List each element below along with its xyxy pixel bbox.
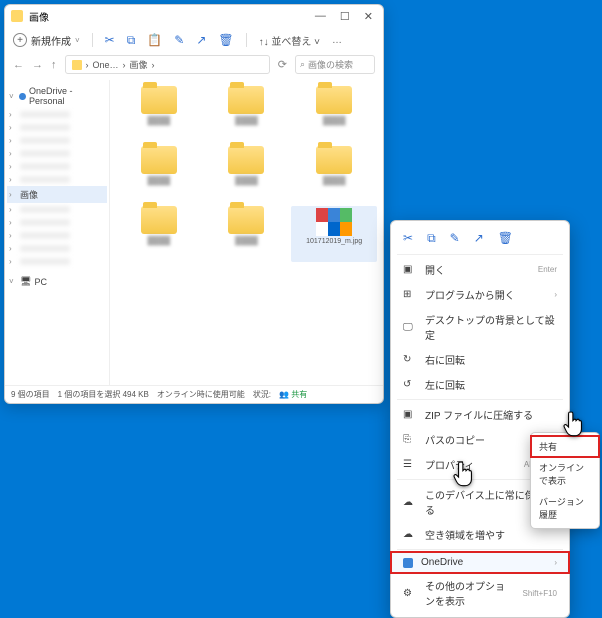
folder-item[interactable]: ████ bbox=[291, 146, 377, 202]
cursor-hand-icon bbox=[452, 460, 478, 490]
breadcrumb[interactable]: ›One…›画像› bbox=[65, 55, 270, 74]
tree-item[interactable]: › bbox=[7, 121, 107, 134]
selected-info: 1 個の項目を選択 494 KB bbox=[58, 389, 149, 400]
cursor-hand-icon bbox=[562, 410, 588, 440]
share-icon[interactable]: ↗ bbox=[474, 231, 484, 246]
tree-item[interactable]: › bbox=[7, 160, 107, 173]
tree-onedrive[interactable]: ˅OneDrive - Personal bbox=[7, 84, 107, 108]
folder-icon bbox=[11, 10, 23, 22]
tree-item[interactable]: › bbox=[7, 108, 107, 121]
more-button[interactable]: … bbox=[332, 35, 343, 46]
refresh-button[interactable]: ⟳ bbox=[278, 58, 287, 71]
folder-icon bbox=[72, 60, 82, 70]
ctx-rotate-right[interactable]: ↻右に回転 bbox=[391, 347, 569, 372]
folder-item[interactable]: ████ bbox=[204, 146, 290, 202]
app-icon: ⊞ bbox=[403, 289, 417, 300]
rename-icon[interactable]: ✎ bbox=[174, 33, 184, 47]
search-input[interactable]: ⌕ 画像の検索 bbox=[295, 55, 375, 74]
gear-icon: ⚙ bbox=[403, 588, 417, 599]
state-label: 状況: bbox=[253, 389, 271, 400]
copy-icon[interactable]: ⧉ bbox=[427, 231, 436, 246]
up-button[interactable]: ↑ bbox=[51, 59, 57, 71]
path-icon: ⎘ bbox=[403, 434, 417, 445]
maximize-button[interactable]: ☐ bbox=[340, 10, 350, 23]
forward-button[interactable]: → bbox=[32, 59, 43, 71]
online-status: オンライン時に使用可能 bbox=[157, 389, 245, 400]
explorer-window: 画像 — ☐ ✕ +新規作成˅ ✂ ⧉ 📋 ✎ ↗ 🗑 ↑↓ 並べ替え ˅ … … bbox=[4, 4, 384, 404]
cut-icon[interactable]: ✂ bbox=[105, 33, 115, 47]
ctx-more-options[interactable]: ⚙その他のオプションを表示Shift+F10 bbox=[391, 573, 569, 613]
sort-button[interactable]: ↑↓ 並べ替え ˅ bbox=[259, 33, 320, 48]
delete-icon[interactable]: 🗑 bbox=[218, 33, 233, 47]
ctx-open[interactable]: ▣開くEnter bbox=[391, 257, 569, 282]
tree-item[interactable]: › bbox=[7, 203, 107, 216]
rotate-right-icon: ↻ bbox=[403, 354, 417, 365]
tree-item[interactable]: › bbox=[7, 216, 107, 229]
share-icon[interactable]: ↗ bbox=[196, 33, 206, 47]
tree-item[interactable]: › bbox=[7, 147, 107, 160]
tree-item[interactable]: › bbox=[7, 229, 107, 242]
cloud-down-icon: ☁ bbox=[403, 497, 417, 508]
titlebar: 画像 — ☐ ✕ bbox=[5, 5, 383, 27]
folder-item[interactable]: ████ bbox=[204, 206, 290, 262]
folder-item[interactable]: ████ bbox=[116, 206, 202, 262]
onedrive-icon bbox=[403, 558, 413, 568]
desktop-icon: 🖵 bbox=[403, 322, 417, 333]
ctx-zip[interactable]: ▣ZIP ファイルに圧縮する bbox=[391, 402, 569, 427]
context-menu: ✂ ⧉ ✎ ↗ 🗑 ▣開くEnter ⊞プログラムから開く› 🖵デスクトップの背… bbox=[390, 220, 570, 618]
submenu: 共有 オンラインで表示 バージョン履歴 bbox=[530, 432, 600, 529]
item-count: 9 個の項目 bbox=[11, 389, 50, 400]
nav-tree: ˅OneDrive - Personal › › › › › › ›画像 › ›… bbox=[5, 80, 110, 385]
cloud-icon bbox=[19, 93, 26, 100]
open-icon: ▣ bbox=[403, 264, 417, 275]
copy-icon[interactable]: ⧉ bbox=[127, 33, 136, 48]
toolbar: +新規作成˅ ✂ ⧉ 📋 ✎ ↗ 🗑 ↑↓ 並べ替え ˅ … bbox=[5, 27, 383, 53]
file-item-selected[interactable]: 101712019_m.jpg bbox=[291, 206, 377, 262]
rotate-left-icon: ↺ bbox=[403, 379, 417, 390]
folder-item[interactable]: ████ bbox=[116, 86, 202, 142]
folder-item[interactable]: ████ bbox=[116, 146, 202, 202]
delete-icon[interactable]: 🗑 bbox=[498, 231, 513, 246]
ctx-set-background[interactable]: 🖵デスクトップの背景として設定 bbox=[391, 307, 569, 347]
folder-item[interactable]: ████ bbox=[204, 86, 290, 142]
ctx-onedrive[interactable]: OneDrive› bbox=[391, 552, 569, 573]
folder-item[interactable]: ████ bbox=[291, 86, 377, 142]
back-button[interactable]: ← bbox=[13, 59, 24, 71]
sub-version-history[interactable]: バージョン履歴 bbox=[531, 491, 599, 525]
status-bar: 9 個の項目 1 個の項目を選択 494 KB オンライン時に使用可能 状況: … bbox=[5, 385, 383, 403]
close-button[interactable]: ✕ bbox=[364, 10, 373, 23]
sub-view-online[interactable]: オンラインで表示 bbox=[531, 457, 599, 491]
tree-item[interactable]: › bbox=[7, 242, 107, 255]
monitor-icon: 🖥 bbox=[20, 276, 31, 287]
file-grid: ████ ████ ████ ████ ████ ████ ████ ████ … bbox=[110, 80, 383, 385]
tree-item-selected[interactable]: ›画像 bbox=[7, 186, 107, 203]
image-thumbnail bbox=[316, 208, 352, 236]
ctx-open-with[interactable]: ⊞プログラムから開く› bbox=[391, 282, 569, 307]
file-name: 101712019_m.jpg bbox=[306, 238, 362, 245]
tree-pc[interactable]: ˅🖥PC bbox=[7, 274, 107, 289]
properties-icon: ☰ bbox=[403, 459, 417, 470]
new-button[interactable]: +新規作成˅ bbox=[13, 33, 80, 48]
tree-item[interactable]: › bbox=[7, 255, 107, 268]
tree-item[interactable]: › bbox=[7, 173, 107, 186]
minimize-button[interactable]: — bbox=[315, 10, 326, 23]
cloud-icon: ☁ bbox=[403, 529, 417, 540]
paste-icon[interactable]: 📋 bbox=[147, 33, 162, 47]
nav-row: ← → ↑ ›One…›画像› ⟳ ⌕ 画像の検索 bbox=[5, 53, 383, 80]
tree-item[interactable]: › bbox=[7, 134, 107, 147]
search-icon: ⌕ bbox=[300, 59, 305, 70]
share-status: 👥 共有 bbox=[279, 389, 307, 400]
ctx-rotate-left[interactable]: ↺左に回転 bbox=[391, 372, 569, 397]
window-title: 画像 bbox=[29, 9, 315, 24]
rename-icon[interactable]: ✎ bbox=[450, 231, 460, 246]
cut-icon[interactable]: ✂ bbox=[403, 231, 413, 246]
zip-icon: ▣ bbox=[403, 409, 417, 420]
